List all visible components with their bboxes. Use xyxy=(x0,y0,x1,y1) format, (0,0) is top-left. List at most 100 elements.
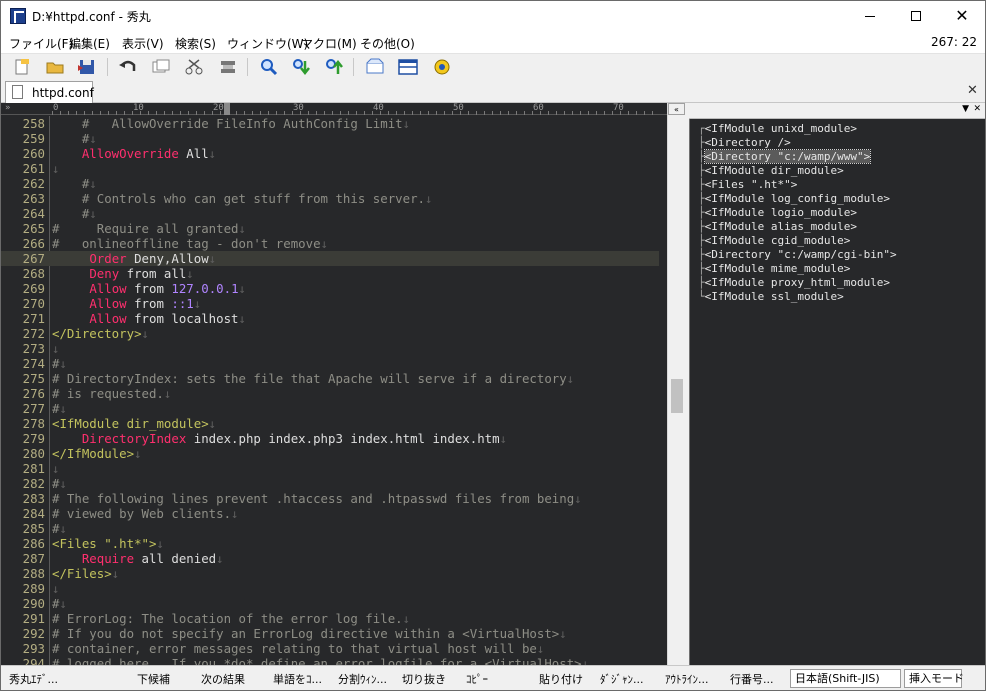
minimize-button[interactable] xyxy=(847,1,893,31)
outline-item[interactable]: ├<IfModule dir_module> xyxy=(698,164,844,178)
close-button[interactable]: ✕ xyxy=(939,1,985,31)
menu-other[interactable]: その他(O) xyxy=(360,35,415,52)
search-up-icon[interactable] xyxy=(324,57,344,77)
tab-close-icon[interactable]: ✕ xyxy=(967,83,978,98)
code-line[interactable]: 289 ↓ xyxy=(1,581,659,596)
outline-item[interactable]: ├<Directory "c:/wamp/www"> xyxy=(698,149,872,164)
tag-jump-icon[interactable] xyxy=(365,57,385,77)
collapse-outline-button[interactable]: « xyxy=(668,103,685,115)
scrollbar-thumb[interactable] xyxy=(671,379,683,413)
tab-httpd-conf[interactable]: httpd.conf xyxy=(5,81,94,103)
outline-item[interactable]: ├<IfModule alias_module> xyxy=(698,220,857,234)
menu-macro[interactable]: マクロ(M) xyxy=(301,35,357,52)
editor-vertical-scrollbar[interactable] xyxy=(667,103,686,665)
status-copy[interactable]: ｺﾋﾟｰ xyxy=(466,671,488,687)
code-text: # ErrorLog: The location of the error lo… xyxy=(52,611,411,626)
outline-dropdown-icon[interactable]: ▼ xyxy=(962,104,969,114)
status-split-window[interactable]: 分割ｳｨﾝ... xyxy=(338,671,387,687)
macro-icon[interactable] xyxy=(432,57,452,77)
open-folder-icon[interactable] xyxy=(45,57,65,77)
code-line[interactable]: 274 #↓ xyxy=(1,356,659,371)
code-line[interactable]: 280 </IfModule>↓ xyxy=(1,446,659,461)
status-hidemaru-editor[interactable]: 秀丸ｴﾃﾞ... xyxy=(9,671,58,687)
code-line[interactable]: 266 # onlineoffline tag - don't remove↓ xyxy=(1,236,659,251)
code-line[interactable]: 269 Allow from 127.0.0.1↓ xyxy=(1,281,659,296)
code-line[interactable]: 283 # The following lines prevent .htacce… xyxy=(1,491,659,506)
outline-item[interactable]: └<IfModule ssl_module> xyxy=(698,290,844,304)
code-text: # Require all granted↓ xyxy=(52,221,246,236)
insert-mode-indicator[interactable]: 挿入モード xyxy=(904,669,964,688)
code-line[interactable]: 281 ↓ xyxy=(1,461,659,476)
code-line[interactable]: 265 # Require all granted↓ xyxy=(1,221,659,236)
code-line[interactable]: 277 #↓ xyxy=(1,401,659,416)
code-line[interactable]: 258 # AllowOverride FileInfo AuthConfig … xyxy=(1,116,659,131)
outline-item[interactable]: ├<IfModule logio_module> xyxy=(698,206,857,220)
copy-window-icon[interactable] xyxy=(151,57,171,77)
code-line[interactable]: 270 Allow from ::1↓ xyxy=(1,296,659,311)
code-line[interactable]: 294 # logged here. If you *do* define an … xyxy=(1,656,659,665)
code-line[interactable]: 278 <IfModule dir_module>↓ xyxy=(1,416,659,431)
code-line[interactable]: 267 Order Deny,Allow↓ xyxy=(1,251,659,266)
menu-view[interactable]: 表示(V) xyxy=(122,35,164,52)
code-line[interactable]: 276 # is requested.↓ xyxy=(1,386,659,401)
search-down-icon[interactable] xyxy=(291,57,311,77)
split-window-icon[interactable] xyxy=(398,57,418,77)
status-next-result[interactable]: 次の結果 xyxy=(201,671,245,687)
status-line-number[interactable]: 行番号... xyxy=(730,671,774,687)
outline-item[interactable]: ┌<IfModule unixd_module> xyxy=(698,122,857,136)
maximize-button[interactable] xyxy=(893,1,939,31)
status-outline[interactable]: ｱｳﾄﾗｲﾝ... xyxy=(665,671,709,687)
code-line[interactable]: 279 DirectoryIndex index.php index.php3 … xyxy=(1,431,659,446)
status-cut[interactable]: 切り抜き xyxy=(402,671,446,687)
code-line[interactable]: 264 #↓ xyxy=(1,206,659,221)
code-line[interactable]: 293 # container, error messages relating … xyxy=(1,641,659,656)
code-line[interactable]: 259 #↓ xyxy=(1,131,659,146)
menu-search[interactable]: 検索(S) xyxy=(175,35,216,52)
code-line[interactable]: 268 Deny from all↓ xyxy=(1,266,659,281)
code-lines[interactable]: 258 # AllowOverride FileInfo AuthConfig … xyxy=(1,116,659,665)
code-line[interactable]: 287 Require all denied↓ xyxy=(1,551,659,566)
editor-pane[interactable]: » 0 10 20 30 40 50 60 70 258 # AllowOver… xyxy=(1,103,667,665)
code-line[interactable]: 286 <Files ".ht*">↓ xyxy=(1,536,659,551)
status-next-candidate[interactable]: 下候補 xyxy=(137,671,170,687)
outline-item[interactable]: ├<IfModule log_config_module> xyxy=(698,192,890,206)
search-icon[interactable] xyxy=(259,57,279,77)
paste-icon[interactable] xyxy=(218,57,238,77)
outline-item[interactable]: ├<Directory "c:/wamp/cgi-bin"> xyxy=(698,248,897,262)
code-line[interactable]: 285 #↓ xyxy=(1,521,659,536)
code-line[interactable]: 292 # If you do not specify an ErrorLog d… xyxy=(1,626,659,641)
cut-icon[interactable] xyxy=(184,57,204,77)
new-file-icon[interactable] xyxy=(12,57,32,77)
status-paste[interactable]: 貼り付け xyxy=(539,671,583,687)
save-icon[interactable] xyxy=(77,57,97,77)
outline-item[interactable]: ├<IfModule cgid_module> xyxy=(698,234,850,248)
outline-item[interactable]: ├<Files ".ht*"> xyxy=(698,178,797,192)
status-tag-jump[interactable]: ﾀﾞｼﾞｬﾝ... xyxy=(600,671,644,687)
code-line[interactable]: 261 ↓ xyxy=(1,161,659,176)
code-line[interactable]: 273 ↓ xyxy=(1,341,659,356)
code-line[interactable]: 275 # DirectoryIndex: sets the file that … xyxy=(1,371,659,386)
status-word[interactable]: 単語をｺ... xyxy=(273,671,322,687)
code-line[interactable]: 272 </Directory>↓ xyxy=(1,326,659,341)
code-line[interactable]: 288 </Files>↓ xyxy=(1,566,659,581)
code-line[interactable]: 290 #↓ xyxy=(1,596,659,611)
code-line[interactable]: 263 # Controls who can get stuff from th… xyxy=(1,191,659,206)
code-line[interactable]: 262 #↓ xyxy=(1,176,659,191)
outline-item[interactable]: ├<IfModule proxy_html_module> xyxy=(698,276,890,290)
menu-file[interactable]: ファイル(F) xyxy=(9,35,73,52)
code-line[interactable]: 282 #↓ xyxy=(1,476,659,491)
undo-icon[interactable] xyxy=(118,57,138,77)
outline-tree[interactable]: ┌<IfModule unixd_module> ├<Directory /> ├<… xyxy=(689,119,985,665)
menu-edit[interactable]: 編集(E) xyxy=(69,35,110,52)
outline-item[interactable]: ├<IfModule mime_module> xyxy=(698,262,850,276)
outline-item[interactable]: ├<Directory /> xyxy=(698,136,791,150)
outline-header: ▼ ✕ xyxy=(689,103,985,119)
code-line[interactable]: 271 Allow from localhost↓ xyxy=(1,311,659,326)
code-line[interactable]: 291 # ErrorLog: The location of the error… xyxy=(1,611,659,626)
menu-window[interactable]: ウィンドウ(W) xyxy=(227,35,308,52)
outline-close-icon[interactable]: ✕ xyxy=(973,104,981,114)
code-line[interactable]: 260 AllowOverride All↓ xyxy=(1,146,659,161)
encoding-indicator[interactable]: 日本語(Shift-JIS) xyxy=(790,669,901,688)
code-line[interactable]: 284 # viewed by Web clients.↓ xyxy=(1,506,659,521)
hidemaru-app-icon[interactable] xyxy=(10,8,26,24)
